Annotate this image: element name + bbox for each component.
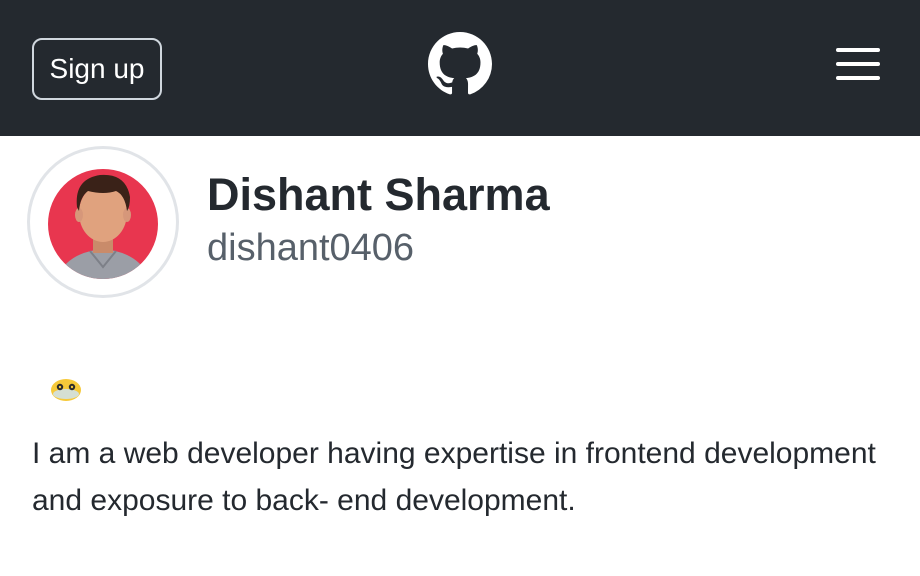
menu-bar-bottom bbox=[836, 76, 880, 80]
hamburger-menu-icon[interactable] bbox=[834, 46, 882, 82]
avatar[interactable] bbox=[30, 149, 176, 295]
github-icon[interactable] bbox=[428, 32, 492, 96]
profile-bio: I am a web developer having expertise in… bbox=[32, 437, 876, 517]
avatar-illustration bbox=[39, 158, 167, 286]
sign-up-button[interactable]: Sign up bbox=[32, 38, 162, 100]
top-header: Sign up bbox=[0, 0, 920, 136]
profile-username: dishant0406 bbox=[207, 227, 415, 269]
profile-name: Dishant Sharma bbox=[207, 169, 550, 220]
menu-bar-top bbox=[836, 48, 880, 52]
face-with-spiral-eyes-emoji bbox=[51, 379, 81, 401]
menu-bar-middle bbox=[836, 62, 880, 66]
